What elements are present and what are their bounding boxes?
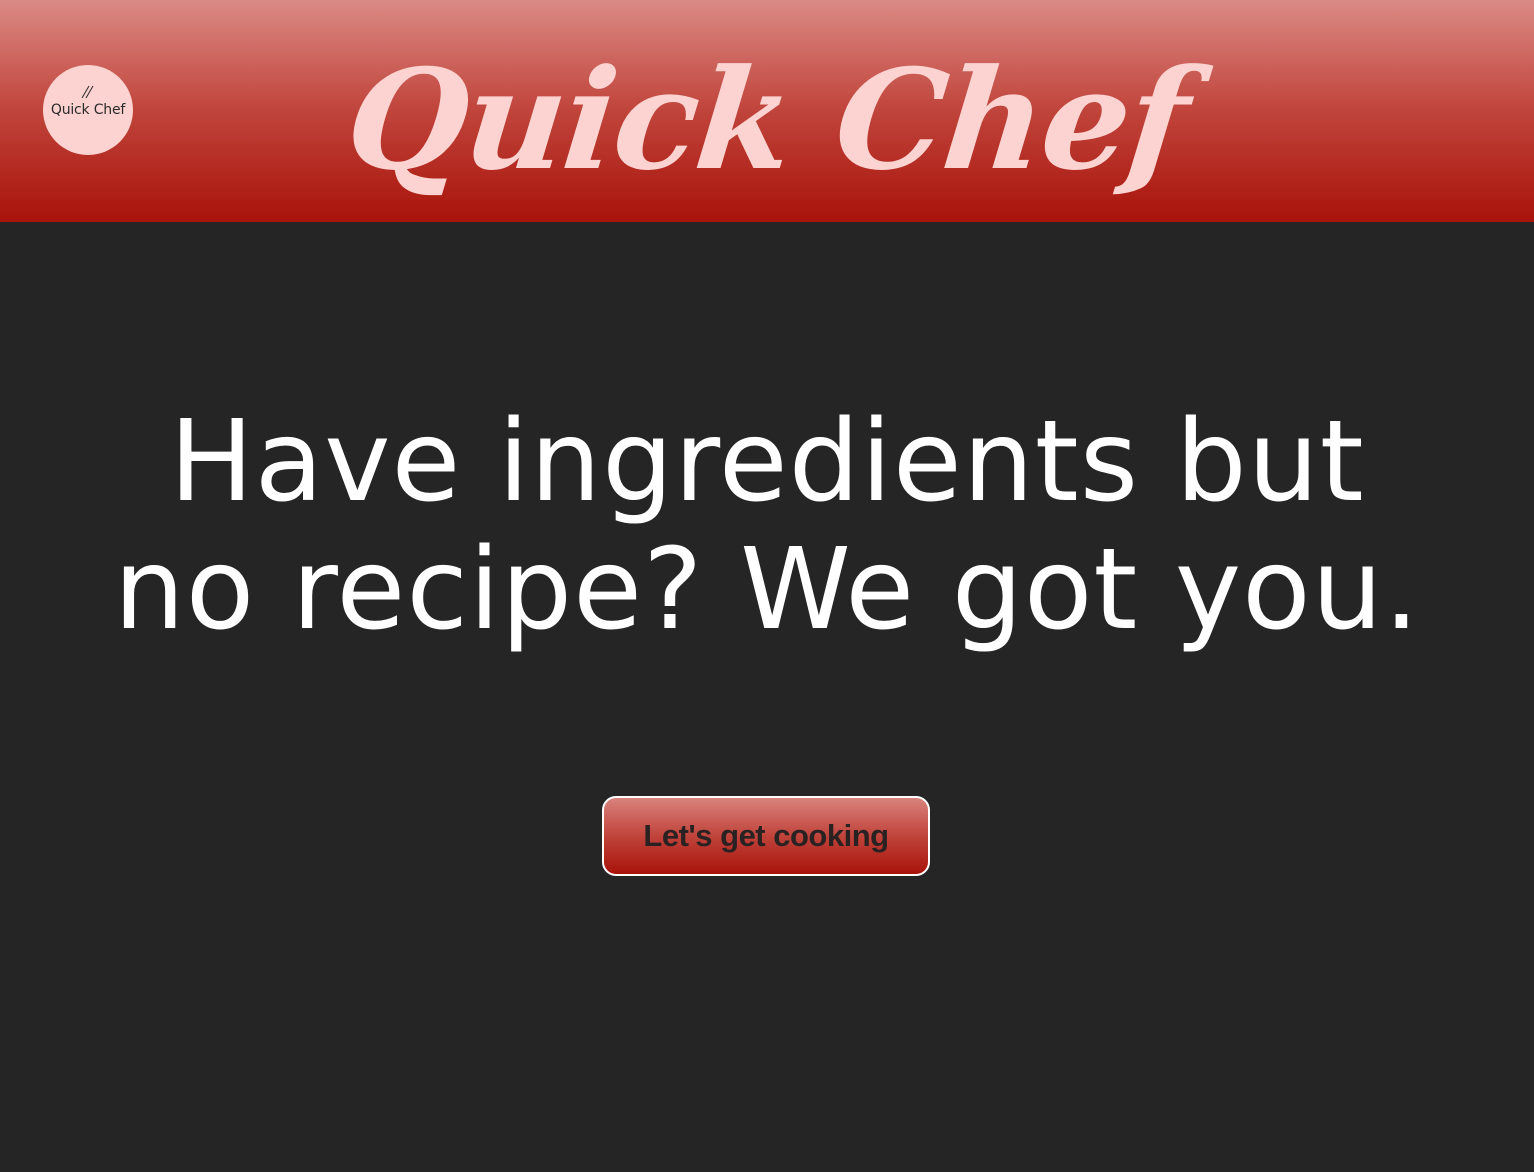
- site-header: Quick Chef Quick Chef: [0, 0, 1534, 222]
- hero-headline: Have ingredients but no recipe? We got y…: [0, 398, 1534, 654]
- hero-line-1: Have ingredients but: [169, 397, 1365, 527]
- get-cooking-button[interactable]: Let's get cooking: [602, 796, 930, 876]
- hero-line-2: no recipe? We got you.: [113, 525, 1421, 655]
- site-title: Quick Chef: [339, 38, 1195, 201]
